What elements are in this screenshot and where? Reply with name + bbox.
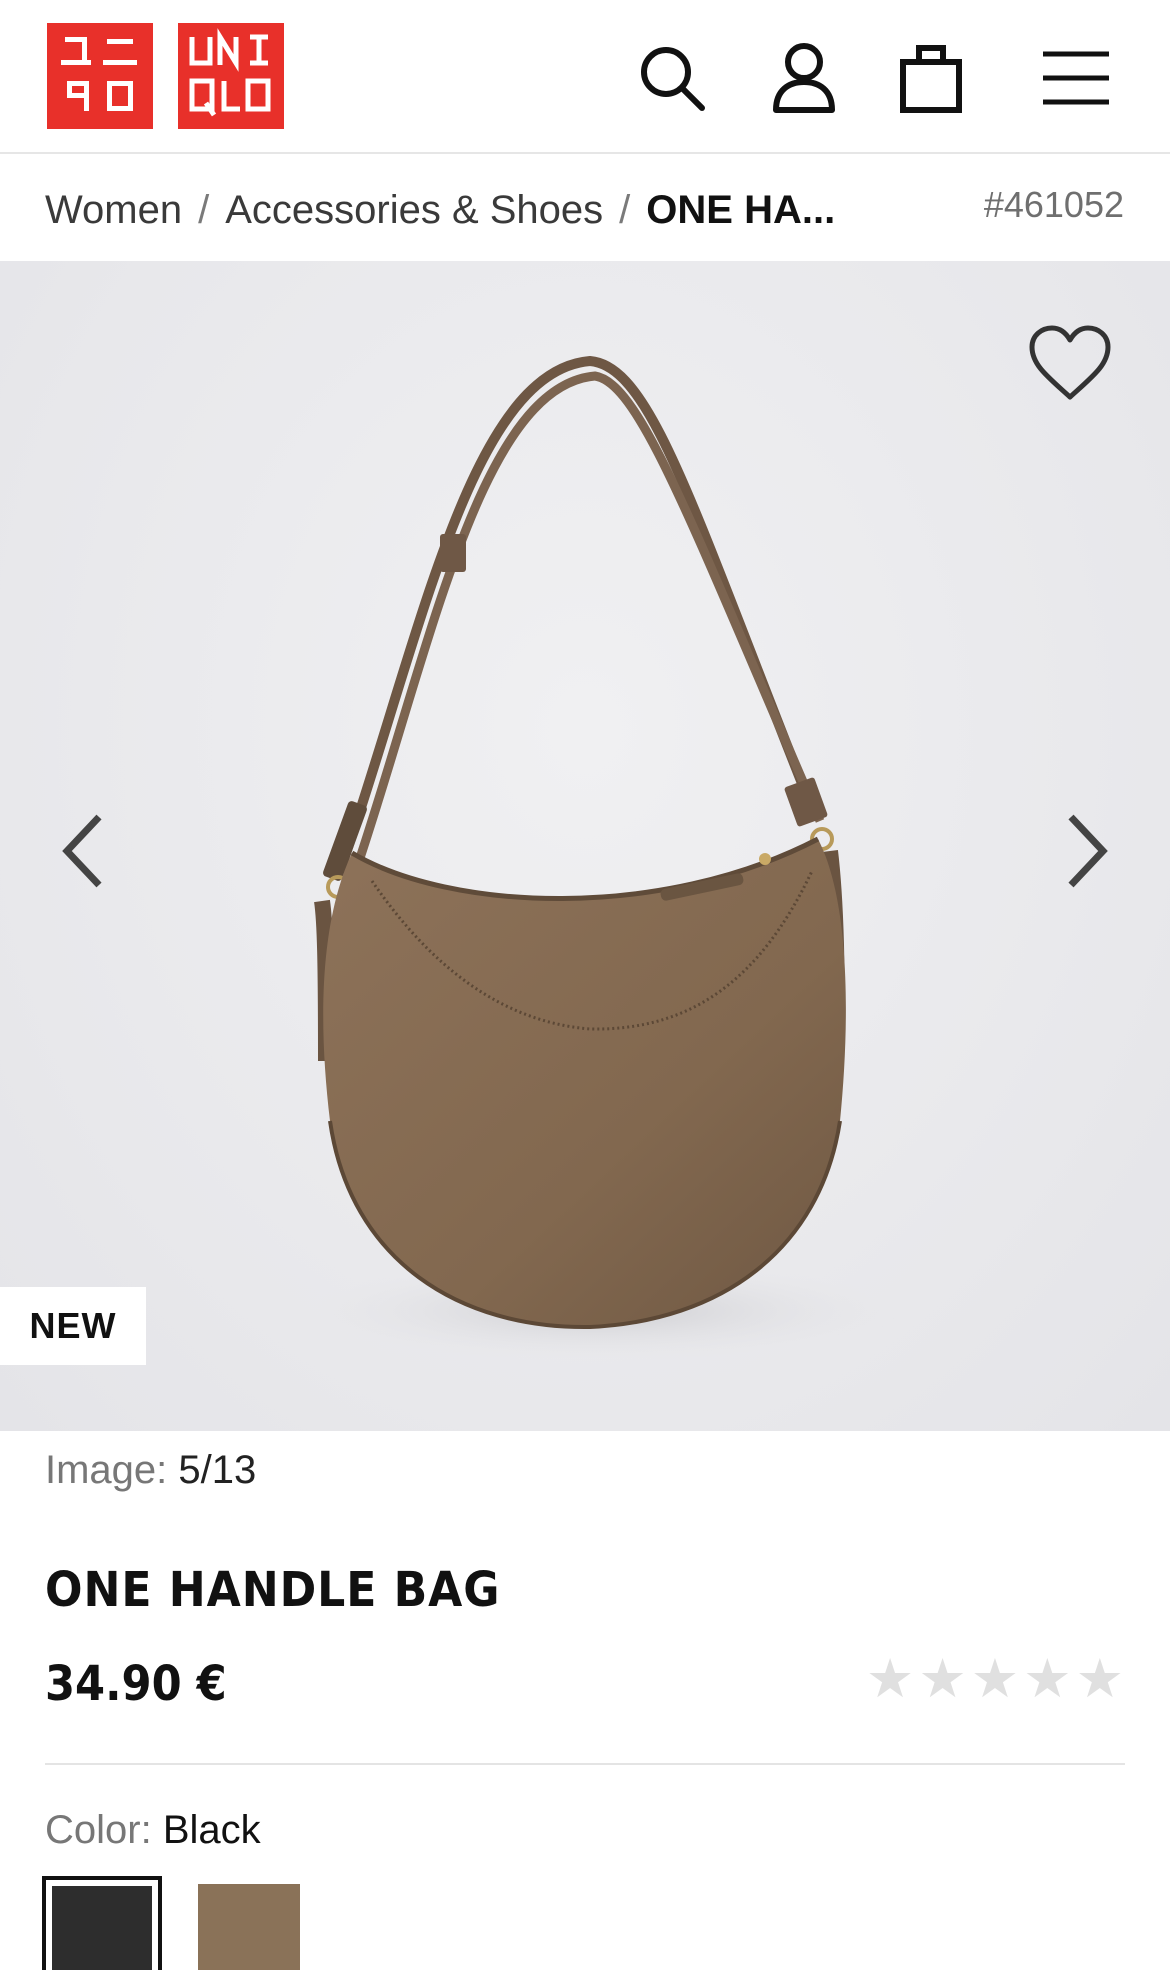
new-badge: NEW [0,1287,146,1365]
product-price: 34.90 € [45,1656,227,1712]
cart-icon[interactable] [891,38,971,118]
rating-stars[interactable]: ★ ★ ★ ★ ★ [866,1652,1124,1706]
chevron-left-icon[interactable] [42,801,122,901]
star-icon: ★ [970,1649,1020,1709]
image-counter: Image: 5/13 [45,1448,256,1493]
logo-latin-graphic [189,28,271,117]
breadcrumb-women[interactable]: Women [45,188,182,233]
chevron-right-icon[interactable] [1048,801,1128,901]
star-icon: ★ [1075,1649,1124,1709]
breadcrumb-current: ONE HA... [646,187,836,232]
star-icon: ★ [865,1649,915,1709]
product-title: ONE HANDLE BAG [45,1562,501,1618]
uniqlo-logo-latin[interactable] [178,23,284,129]
star-icon: ★ [918,1649,967,1709]
product-code: #461052 [983,184,1124,225]
account-icon[interactable] [764,38,844,118]
color-label: Color: [45,1808,152,1852]
image-counter-label: Image: [45,1448,168,1492]
image-counter-value: 5/13 [178,1448,257,1492]
search-icon[interactable] [632,38,712,118]
breadcrumb: Women / Accessories & Shoes / ONE HA... [45,180,885,240]
breadcrumb-accessories-shoes[interactable]: Accessories & Shoes [225,188,603,233]
color-selected-value: Black [162,1808,261,1852]
star-icon: ★ [1023,1649,1072,1709]
logo-katakana-graphic [61,37,137,111]
swatch-fill-black [52,1886,152,1970]
site-header [0,0,1170,154]
uniqlo-logo-katakana[interactable] [47,23,153,129]
divider [45,1763,1125,1765]
color-swatch-brown[interactable] [198,1884,300,1970]
favorite-heart-icon[interactable] [1022,316,1118,412]
breadcrumb-separator: / [619,187,631,232]
breadcrumb-separator: / [198,187,210,232]
menu-icon[interactable] [1036,38,1116,118]
color-selection-label: Color: Black [45,1808,261,1853]
product-image-bag [300,355,900,1361]
color-swatch-black[interactable] [42,1876,162,1970]
product-image-gallery[interactable]: NEW [0,261,1170,1431]
